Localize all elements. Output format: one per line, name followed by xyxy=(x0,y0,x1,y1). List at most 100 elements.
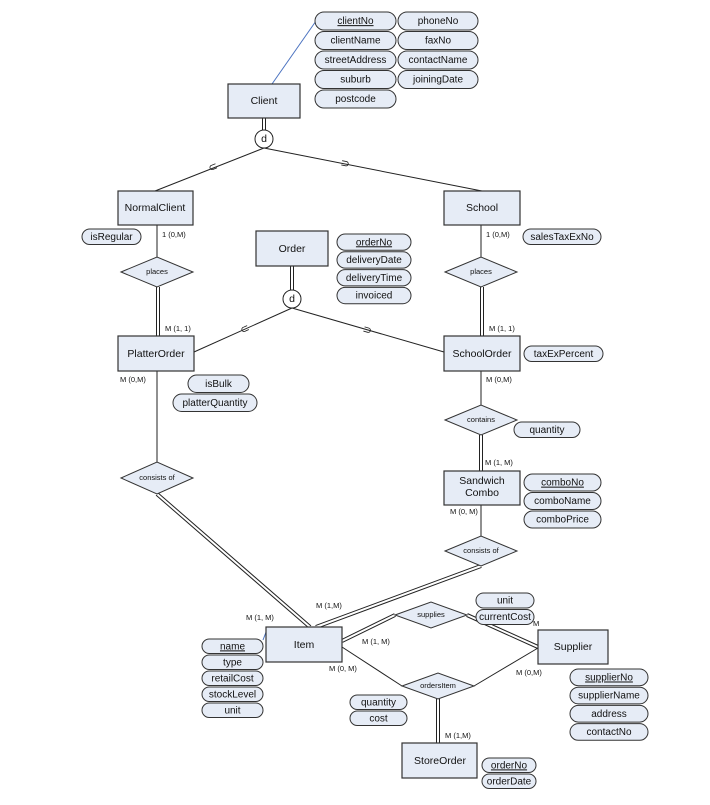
attribute-label: orderDate xyxy=(487,776,532,787)
cardinality-label: M (1, 1) xyxy=(489,324,515,333)
attribute-client-faxNo: faxNo xyxy=(397,31,479,50)
attribute-label: taxExPercent xyxy=(534,349,594,360)
attribute-label: type xyxy=(223,657,242,668)
attribute-orders-item-quantity: quantity xyxy=(349,694,408,710)
entity-schoolorder[interactable]: SchoolOrder xyxy=(443,335,521,372)
attribute-order-deliveryTime: deliveryTime xyxy=(336,269,412,287)
svg-text:School: School xyxy=(466,202,498,214)
entity-supplier[interactable]: Supplier xyxy=(537,629,609,665)
cardinality-label: M (1, M) xyxy=(246,613,274,622)
attribute-school-salesTaxExNo: salesTaxExNo xyxy=(522,228,602,245)
attribute-label: suburb xyxy=(340,75,371,86)
cardinality-label: M (1,M) xyxy=(445,731,471,740)
cardinality-label: M (0,M) xyxy=(516,668,542,677)
attribute-client-suburb: suburb xyxy=(314,70,397,89)
entity-client[interactable]: Client xyxy=(227,83,301,119)
entity-normalclient[interactable]: NormalClient xyxy=(117,190,194,226)
svg-text:consists of: consists of xyxy=(463,546,499,555)
attribute-supplier-supplierName: supplierName xyxy=(569,686,649,705)
attribute-label: isRegular xyxy=(90,232,133,243)
svg-text:SchoolOrder: SchoolOrder xyxy=(453,348,512,360)
attribute-order-orderNo: orderNo xyxy=(336,233,412,251)
entity-storeorder[interactable]: StoreOrder xyxy=(401,742,478,779)
attribute-item-retailCost: retailCost xyxy=(201,670,264,686)
attribute-label: currentCost xyxy=(479,612,531,623)
attribute-label: unit xyxy=(497,596,513,607)
rel-ordersitem[interactable]: ordersItem xyxy=(400,672,476,700)
attribute-sandwich-combo-comboName: comboName xyxy=(523,492,602,510)
attribute-client-clientName: clientName xyxy=(314,31,397,50)
attribute-label: clientNo xyxy=(337,16,374,27)
svg-text:d: d xyxy=(289,293,295,305)
cardinality-label: M (1, M) xyxy=(362,637,390,646)
attribute-sandwich-combo-comboPrice: comboPrice xyxy=(523,510,602,529)
svg-text:Supplier: Supplier xyxy=(554,641,593,653)
attribute-label: name xyxy=(220,641,245,652)
entity-platterorder[interactable]: PlatterOrder xyxy=(117,335,195,372)
attribute-item-type: type xyxy=(201,654,264,670)
attribute-label: cost xyxy=(369,713,388,724)
attribute-supplies-unit: unit xyxy=(475,592,535,609)
svg-text:consists of: consists of xyxy=(139,473,175,482)
entity-school[interactable]: School xyxy=(443,190,521,226)
rel-consists-right[interactable]: consists of xyxy=(443,535,519,567)
subset-icon: ⊃ xyxy=(361,323,373,337)
er-diagram: ⊂ ⊃ ⊂ ⊃ d d Client NormalClient School O… xyxy=(81,11,649,789)
rel-places-right[interactable]: places xyxy=(443,256,519,288)
attribute-label: invoiced xyxy=(356,291,393,302)
attribute-label: deliveryTime xyxy=(346,273,403,284)
attribute-order-deliveryDate: deliveryDate xyxy=(336,251,412,269)
attribute-label: contactName xyxy=(409,55,468,66)
attribute-client-streetAddress: streetAddress xyxy=(314,50,397,70)
attribute-label: supplierName xyxy=(578,691,640,702)
cardinality-label: M (0,M) xyxy=(120,375,146,384)
attribute-store-order-orderNo: orderNo xyxy=(481,757,537,773)
subset-icon: ⊂ xyxy=(207,160,220,175)
rel-consists-left[interactable]: consists of xyxy=(119,461,195,495)
attribute-label: streetAddress xyxy=(325,55,387,66)
svg-text:places: places xyxy=(470,267,492,276)
attribute-supplies-currentCost: currentCost xyxy=(475,609,535,625)
attribute-label: unit xyxy=(224,705,240,716)
rel-supplies[interactable]: supplies xyxy=(393,601,469,629)
attribute-label: joiningDate xyxy=(412,75,463,86)
attribute-client-contactName: contactName xyxy=(397,50,479,70)
cardinality-label: M (0,M) xyxy=(486,375,512,384)
attribute-item-stockLevel: stockLevel xyxy=(201,686,264,702)
attribute-client-postcode: postcode xyxy=(314,89,397,109)
cardinality-label: 1 (0,M) xyxy=(162,230,186,239)
attribute-orders-item-cost: cost xyxy=(349,710,408,726)
attribute-order-invoiced: invoiced xyxy=(336,286,412,305)
svg-text:Item: Item xyxy=(294,639,315,651)
svg-text:StoreOrder: StoreOrder xyxy=(414,755,466,767)
svg-text:PlatterOrder: PlatterOrder xyxy=(127,348,185,360)
attribute-supplier-contactNo: contactNo xyxy=(569,723,649,741)
entity-item[interactable]: Item xyxy=(265,626,343,663)
entity-sandwichcombo[interactable]: SandwichCombo xyxy=(443,470,521,506)
attribute-label: comboPrice xyxy=(536,515,589,526)
attribute-label: salesTaxExNo xyxy=(530,232,594,243)
attribute-label: clientName xyxy=(330,36,380,47)
attribute-supplier-address: address xyxy=(569,704,649,723)
cardinality-label: M (1, 1) xyxy=(165,324,191,333)
attribute-client-joiningDate: joiningDate xyxy=(397,70,479,89)
attribute-client-phoneNo: phoneNo xyxy=(397,11,479,31)
attribute-label: phoneNo xyxy=(418,16,459,27)
attribute-label: orderNo xyxy=(491,760,528,771)
entity-order[interactable]: Order xyxy=(255,230,329,267)
subset-icon: ⊃ xyxy=(339,157,350,171)
attribute-label: contactNo xyxy=(586,727,631,738)
attribute-contains-quantity: quantity xyxy=(513,421,581,438)
attribute-normal-client-isRegular: isRegular xyxy=(81,228,142,245)
svg-text:Order: Order xyxy=(279,243,306,255)
svg-text:supplies: supplies xyxy=(417,610,445,619)
attribute-label: quantity xyxy=(361,697,396,708)
svg-text:places: places xyxy=(146,267,168,276)
svg-text:contains: contains xyxy=(467,415,495,424)
attribute-platter-order-platterQuantity: platterQuantity xyxy=(172,393,258,412)
svg-text:Client: Client xyxy=(251,95,278,107)
rel-contains[interactable]: contains xyxy=(443,404,519,436)
subset-icon: ⊂ xyxy=(238,322,251,337)
cardinality-label: M xyxy=(533,619,539,628)
rel-places-left[interactable]: places xyxy=(119,256,195,288)
